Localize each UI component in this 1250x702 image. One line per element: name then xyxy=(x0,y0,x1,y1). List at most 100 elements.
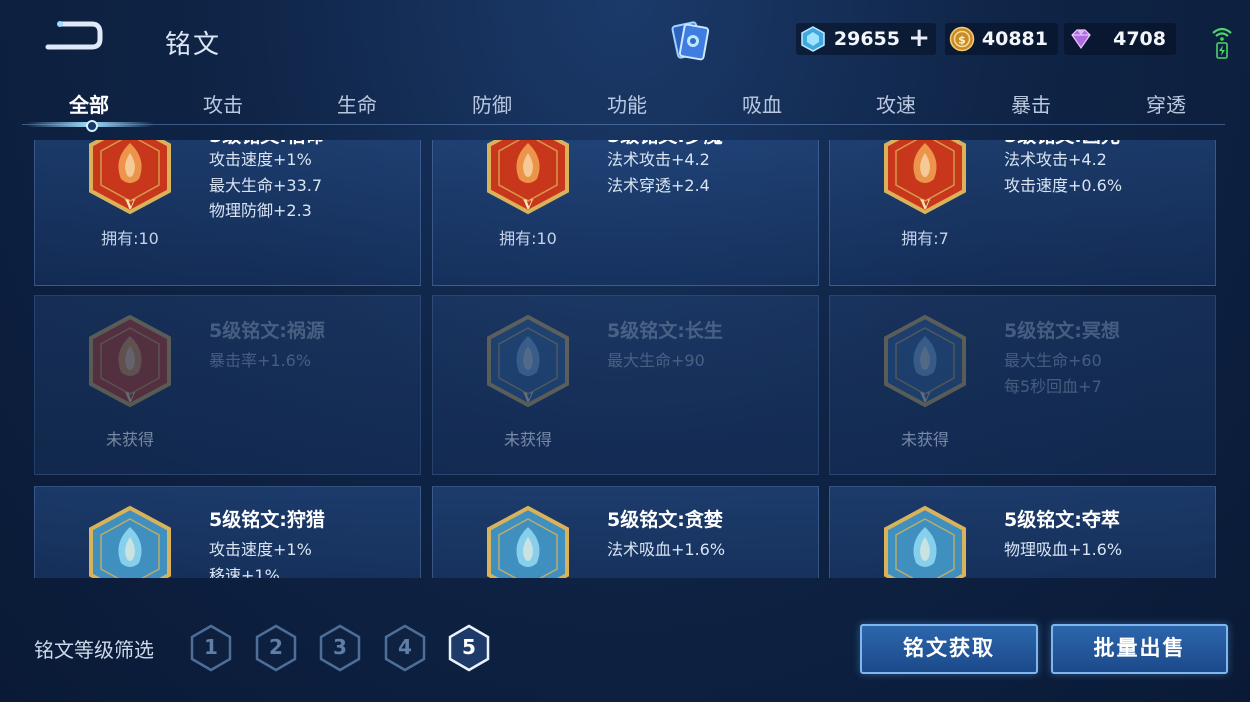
level-filter-5[interactable]: 5 xyxy=(447,624,491,672)
level-filter-3[interactable]: 3 xyxy=(318,624,362,672)
inscription-omen-icon: V xyxy=(884,140,966,215)
inscription-grid[interactable]: V5级铭文:宿命攻击速度+1%最大生命+33.7物理防御+2.3拥有:10V5级… xyxy=(0,140,1250,578)
tab-health[interactable]: 生命 xyxy=(337,89,377,118)
category-tabs: 全部 攻击 生命 防御 功能 吸血 攻速 暴击 穿透 xyxy=(0,84,1250,132)
diamond-coupon-counter: 29655 + xyxy=(796,23,936,55)
stat-line: 最大生命+33.7 xyxy=(209,175,323,195)
level-filter-label: 2 xyxy=(269,635,283,659)
inscription-name: 5级铭文:狩猎 xyxy=(209,509,325,531)
tab-attack-speed[interactable]: 攻速 xyxy=(876,89,916,118)
inscription-name: 5级铭文:祸源 xyxy=(209,320,325,342)
page-title: 铭文 xyxy=(165,30,222,60)
gold-coin-value: 40881 xyxy=(981,28,1048,50)
crystal-value: 4708 xyxy=(1113,28,1166,50)
inscription-card[interactable]: V5级铭文:梦魇法术攻击+4.2法术穿透+2.4拥有:10 xyxy=(432,140,819,286)
level-filter-label: 4 xyxy=(398,635,412,659)
stat-line: 法术攻击+4.2 xyxy=(1004,150,1107,169)
stat-line: 每5秒回血+7 xyxy=(1004,376,1102,396)
level-filter-label: 3 xyxy=(333,635,347,659)
stat-line: 暴击率+1.6% xyxy=(209,351,312,370)
inscription-stats: 攻击速度+1% 最大生命+33.7 物理防御+2.3 xyxy=(209,147,322,224)
inscription-card[interactable]: V 5级铭文:长生 最大生命+90 未获得 xyxy=(432,295,819,475)
inscription-stats: 最大生命+90 xyxy=(607,348,705,374)
inscription-card[interactable]: V 5级铭文:夺萃 物理吸血+1.6% xyxy=(829,486,1216,578)
active-tab-dot xyxy=(86,120,98,132)
svg-text:$: $ xyxy=(958,34,966,47)
stat-line: 物理吸血+1.6% xyxy=(1004,540,1123,559)
tab-lifesteal[interactable]: 吸血 xyxy=(742,89,782,118)
svg-text:V: V xyxy=(124,391,136,406)
stat-line: 物理防御+2.3 xyxy=(209,201,312,220)
owned-count: 拥有:10 xyxy=(499,229,557,248)
svg-text:V: V xyxy=(124,198,136,213)
tab-utility[interactable]: 功能 xyxy=(607,89,647,118)
inscription-stats: 法术攻击+4.2 法术穿透+2.4 xyxy=(607,147,710,198)
inscription-name: 5级铭文:冥想 xyxy=(1004,320,1120,342)
svg-text:V: V xyxy=(919,198,931,213)
inscription-meditation-icon: V xyxy=(884,314,966,408)
crystal-counter: 4708 xyxy=(1064,23,1176,55)
svg-text:V: V xyxy=(522,198,534,213)
inscription-card[interactable]: V 5级铭文:贪婪 法术吸血+1.6% xyxy=(432,486,819,578)
owned-count: 拥有:10 xyxy=(101,229,159,248)
inscription-name: 5级铭文:长生 xyxy=(607,320,723,342)
gold-coin-icon: $ xyxy=(949,26,975,52)
stat-line: 最大生命+90 xyxy=(607,351,705,370)
svg-text:V: V xyxy=(919,391,931,406)
inscription-card[interactable]: V 5级铭文:祸源 暴击率+1.6% 未获得 xyxy=(34,295,421,475)
inscription-longevity-icon: V xyxy=(487,314,569,408)
level-filter-2[interactable]: 2 xyxy=(254,624,298,672)
top-bar: 铭文 29655 + $ 40881 4708 xyxy=(0,0,1250,80)
inscription-stats: 物理吸血+1.6% xyxy=(1004,537,1122,563)
inscription-nightmare-icon: V xyxy=(487,140,569,215)
diamond-coupon-icon xyxy=(801,26,825,52)
svg-text:V: V xyxy=(522,391,534,406)
level-filter-1[interactable]: 1 xyxy=(189,624,233,672)
inscription-stats: 最大生命+60 每5秒回血+7 xyxy=(1004,348,1102,399)
inscription-card[interactable]: V5级铭文:凶兆法术攻击+4.2攻击速度+0.6%拥有:7 xyxy=(829,140,1216,286)
stat-line: 法术吸血+1.6% xyxy=(607,540,726,559)
level-filter-4[interactable]: 4 xyxy=(383,624,427,672)
inscription-stats: 暴击率+1.6% xyxy=(209,348,311,374)
owned-count: 未获得 xyxy=(900,430,949,449)
bulk-sell-button[interactable]: 批量出售 xyxy=(1051,624,1228,674)
inscription-card[interactable]: V5级铭文:宿命攻击速度+1%最大生命+33.7物理防御+2.3拥有:10 xyxy=(34,140,421,286)
stat-line: 移速+1% xyxy=(209,565,280,579)
inscription-stats: 攻击速度+1% 移速+1% xyxy=(209,537,312,578)
tab-defense[interactable]: 防御 xyxy=(472,89,512,118)
inscription-destiny-icon: V xyxy=(89,140,171,215)
owned-count: 拥有:7 xyxy=(901,229,949,248)
inscription-card[interactable]: V 5级铭文:冥想 最大生命+60 每5秒回血+7 未获得 xyxy=(829,295,1216,475)
tab-attack[interactable]: 攻击 xyxy=(203,89,243,118)
inscription-name: 5级铭文:夺萃 xyxy=(1004,509,1120,531)
tab-penetration[interactable]: 穿透 xyxy=(1146,89,1186,118)
tab-all[interactable]: 全部 xyxy=(69,89,109,118)
tab-divider xyxy=(22,124,1225,125)
rune-card-book-icon[interactable] xyxy=(666,18,714,64)
stat-line: 法术穿透+2.4 xyxy=(607,175,710,195)
inscription-calamity-icon: V xyxy=(89,314,171,408)
get-inscription-button[interactable]: 铭文获取 xyxy=(860,624,1038,674)
inscription-name: 5级铭文:贪婪 xyxy=(607,509,723,531)
level-filter-label: 5 xyxy=(462,635,476,659)
level-filter-label: 1 xyxy=(204,635,218,659)
back-arrow-icon[interactable] xyxy=(38,20,104,56)
purple-crystal-icon xyxy=(1071,29,1091,50)
stat-line: 攻击速度+1% xyxy=(209,540,312,559)
inscription-hunting-icon: V xyxy=(89,505,171,578)
stat-line: 攻击速度+0.6% xyxy=(1004,175,1123,195)
inscription-stats: 法术攻击+4.2 攻击速度+0.6% xyxy=(1004,147,1122,198)
stat-line: 法术攻击+4.2 xyxy=(607,150,710,169)
inscription-plunder-icon: V xyxy=(884,505,966,578)
wifi-battery-icon xyxy=(1212,27,1232,59)
stat-line: 最大生命+60 xyxy=(1004,351,1102,370)
inscription-card[interactable]: V 5级铭文:狩猎 攻击速度+1% 移速+1% xyxy=(34,486,421,578)
level-filter-label: 铭文等级筛选 xyxy=(34,638,154,662)
owned-count: 未获得 xyxy=(105,430,154,449)
inscription-greed-icon: V xyxy=(487,505,569,578)
diamond-coupon-value: 29655 xyxy=(833,28,900,50)
owned-count: 未获得 xyxy=(503,430,552,449)
stat-line: 攻击速度+1% xyxy=(209,150,312,169)
tab-critical[interactable]: 暴击 xyxy=(1011,89,1051,118)
add-currency-button[interactable]: + xyxy=(908,25,930,51)
